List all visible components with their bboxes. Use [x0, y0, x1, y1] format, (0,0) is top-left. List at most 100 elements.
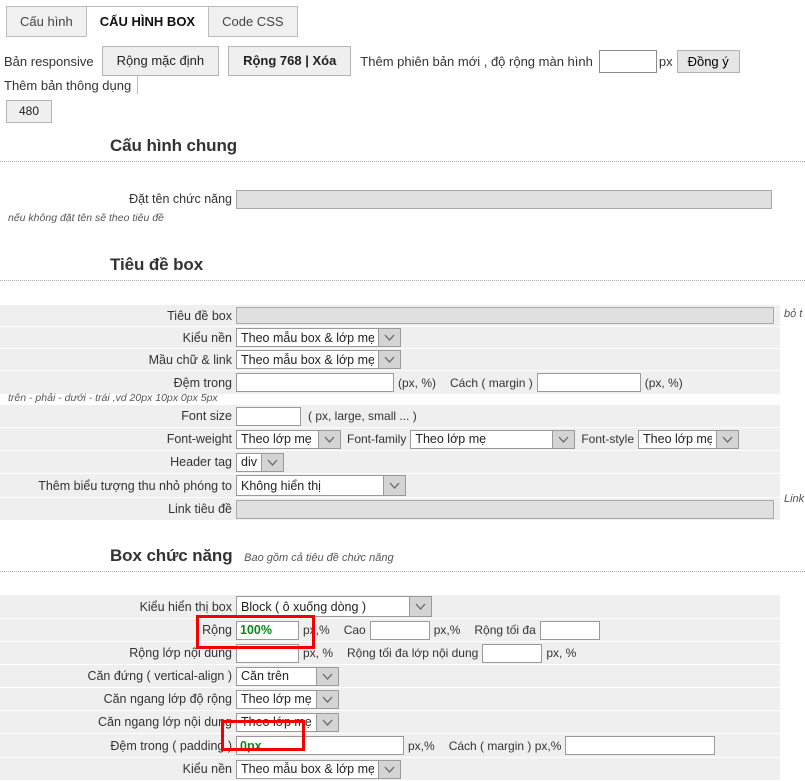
bg-style-select[interactable]: Theo mẫu box & lớp mẹ	[236, 328, 401, 347]
func-padding-unit: px,%	[408, 738, 435, 753]
row-halign-content: Căn ngang lớp nội dung Theo lớp mẹ	[0, 711, 805, 733]
title-margin-input[interactable]	[536, 373, 641, 392]
title-padding-hint: trên - phải - dưới - trái ,vd 20px 10px …	[8, 392, 218, 404]
width-label: Rộng	[202, 623, 232, 637]
row-halign-width: Căn ngang lớp độ rộng Theo lớp mẹ	[0, 688, 805, 710]
function-name-input[interactable]	[236, 189, 772, 209]
width-input[interactable]	[236, 620, 299, 640]
agree-button[interactable]: Đồng ý	[676, 49, 740, 73]
text-link-color-select[interactable]: Theo mẫu box & lớp mẹ	[236, 350, 401, 369]
font-size-input[interactable]	[236, 406, 301, 426]
header-tag-select[interactable]: div	[236, 452, 284, 472]
font-style-value: Theo lớp mẹ	[643, 432, 713, 446]
new-width-input[interactable]	[598, 49, 657, 73]
zoom-icon-value: Không hiển thị	[241, 478, 321, 493]
tab-bar: Cấu hình CẤU HÌNH BOX Code CSS	[6, 6, 298, 37]
row-width: Rộng px,% Cao px,% Rộng tối đa	[0, 619, 805, 641]
func-bg-label: Kiểu nền	[182, 762, 232, 776]
inner-width-label: Rộng lớp nội dung	[129, 646, 232, 660]
row-func-padding: Đệm trong ( padding ) px,% Cách ( margin…	[0, 734, 805, 757]
section-boxtitle-header: Tiêu đề box	[0, 255, 805, 281]
chevron-down-icon	[378, 329, 400, 346]
halign-width-select[interactable]: Theo lớp mẹ	[236, 689, 339, 709]
chevron-down-icon	[378, 760, 400, 778]
box-title-right-note: bỏ t	[784, 308, 803, 320]
height-input[interactable]	[369, 620, 430, 640]
tab-cau-hinh[interactable]: Cấu hình	[6, 6, 87, 37]
font-family-label: Font-family	[347, 432, 407, 446]
font-weight-value: Theo lớp mẹ	[241, 432, 312, 446]
section-general-header: Cấu hình chung	[0, 136, 805, 162]
text-link-color-label: Mầu chữ & link	[148, 352, 232, 367]
zoom-icon-select[interactable]: Không hiển thị	[236, 475, 406, 496]
bg-style-label: Kiểu nền	[182, 330, 232, 345]
chevron-down-icon	[383, 476, 405, 495]
vertical-align-value: Căn trên	[241, 669, 289, 683]
row-inner-width: Rộng lớp nội dung px, % Rộng tối đa lớp …	[0, 642, 805, 664]
inner-max-input[interactable]	[482, 643, 543, 663]
display-type-value: Block ( ô xuống dòng )	[241, 599, 367, 614]
halign-width-label: Căn ngang lớp độ rộng	[103, 692, 232, 706]
row-font-size: Font size ( px, large, small ... )	[0, 405, 805, 427]
font-family-select[interactable]: Theo lớp mẹ	[410, 429, 576, 449]
tab-label: Cấu hình	[20, 14, 73, 29]
header-tag-label: Header tag	[170, 455, 232, 469]
tab-code-css[interactable]: Code CSS	[208, 6, 298, 37]
halign-content-label: Căn ngang lớp nội dung	[98, 715, 232, 729]
box-title-input[interactable]	[236, 307, 774, 324]
zoom-icon-label: Thêm biểu tượng thu nhỏ phóng to	[38, 478, 232, 493]
width-unit: px,%	[303, 623, 330, 637]
bg-style-value: Theo mẫu box & lớp mẹ	[241, 330, 374, 345]
chevron-down-icon	[261, 453, 283, 471]
font-style-select[interactable]: Theo lớp mẹ	[638, 429, 740, 449]
chevron-down-icon	[378, 351, 400, 368]
chevron-down-icon	[316, 713, 338, 731]
function-name-label: Đặt tên chức năng	[129, 192, 232, 206]
func-bg-value: Theo mẫu box & lớp mẹ	[241, 762, 374, 776]
boxfunc-rows: Kiểu hiển thị box Block ( ô xuống dòng )…	[0, 595, 805, 781]
header-tag-value: div	[241, 455, 257, 469]
row-function-name: Đặt tên chức năng	[0, 188, 805, 210]
halign-content-select[interactable]: Theo lớp mẹ	[236, 712, 339, 732]
func-padding-input[interactable]	[236, 736, 404, 755]
tab-cau-hinh-box[interactable]: CẤU HÌNH BOX	[85, 6, 210, 37]
vertical-align-select[interactable]: Căn trên	[236, 666, 339, 686]
general-rows: Đặt tên chức năng	[0, 188, 805, 211]
func-margin-label: Cách ( margin ) px,%	[448, 738, 562, 753]
inner-width-input[interactable]	[236, 643, 299, 663]
title-padding-input[interactable]	[236, 373, 394, 392]
width-768-button[interactable]: Rộng 768 | Xóa	[228, 46, 352, 77]
font-style-label: Font-style	[581, 432, 635, 446]
tab-label: Code CSS	[222, 14, 284, 29]
row-title-link: Link tiêu đề	[0, 498, 805, 520]
font-family-value: Theo lớp mẹ	[415, 432, 487, 446]
default-width-button[interactable]: Rộng mặc định	[101, 46, 220, 77]
boxtitle-rows: Tiêu đề box Kiểu nền Theo mẫu box & lớp …	[0, 305, 805, 395]
inner-max-unit: px, %	[546, 646, 577, 660]
func-bg-select[interactable]: Theo mẫu box & lớp mẹ	[236, 759, 401, 779]
halign-content-value: Theo lớp mẹ	[241, 715, 312, 729]
function-name-hint: nếu không đặt tên sẽ theo tiêu đề	[8, 212, 164, 224]
section-general-title: Cấu hình chung	[110, 136, 238, 155]
row-display-type: Kiểu hiển thị box Block ( ô xuống dòng )	[0, 595, 805, 618]
max-width-input[interactable]	[539, 620, 600, 640]
chevron-down-icon	[318, 430, 340, 448]
row-zoom-icon: Thêm biểu tượng thu nhỏ phóng to Không h…	[0, 474, 805, 497]
font-weight-select[interactable]: Theo lớp mẹ	[236, 429, 341, 449]
chevron-down-icon	[552, 430, 575, 448]
func-margin-input[interactable]	[565, 736, 716, 755]
title-link-input[interactable]	[236, 499, 774, 519]
section-boxfunc-header: Box chức năng Bao gồm cả tiêu đề chức nă…	[0, 546, 805, 572]
row-title-padding-margin: Đệm trong (px, %) Cách ( margin ) (px, %…	[0, 371, 805, 394]
add-common-label: Thêm bản thông dụng	[4, 77, 132, 93]
font-size-unit: ( px, large, small ... )	[308, 409, 417, 423]
responsive-label: Bản responsive	[4, 53, 94, 69]
width-480-button[interactable]: 480	[6, 100, 53, 124]
section-boxfunc-note: Bao gồm cả tiêu đề chức năng	[244, 552, 394, 564]
max-width-label: Rộng tối đa	[474, 623, 536, 637]
font-weight-label: Font-weight	[166, 432, 232, 446]
section-boxtitle-title: Tiêu đề box	[110, 255, 204, 274]
row-text-link-color: Mầu chữ & link Theo mẫu box & lớp mẹ	[0, 349, 805, 370]
toolbar-divider	[137, 76, 139, 95]
display-type-select[interactable]: Block ( ô xuống dòng )	[236, 596, 432, 617]
